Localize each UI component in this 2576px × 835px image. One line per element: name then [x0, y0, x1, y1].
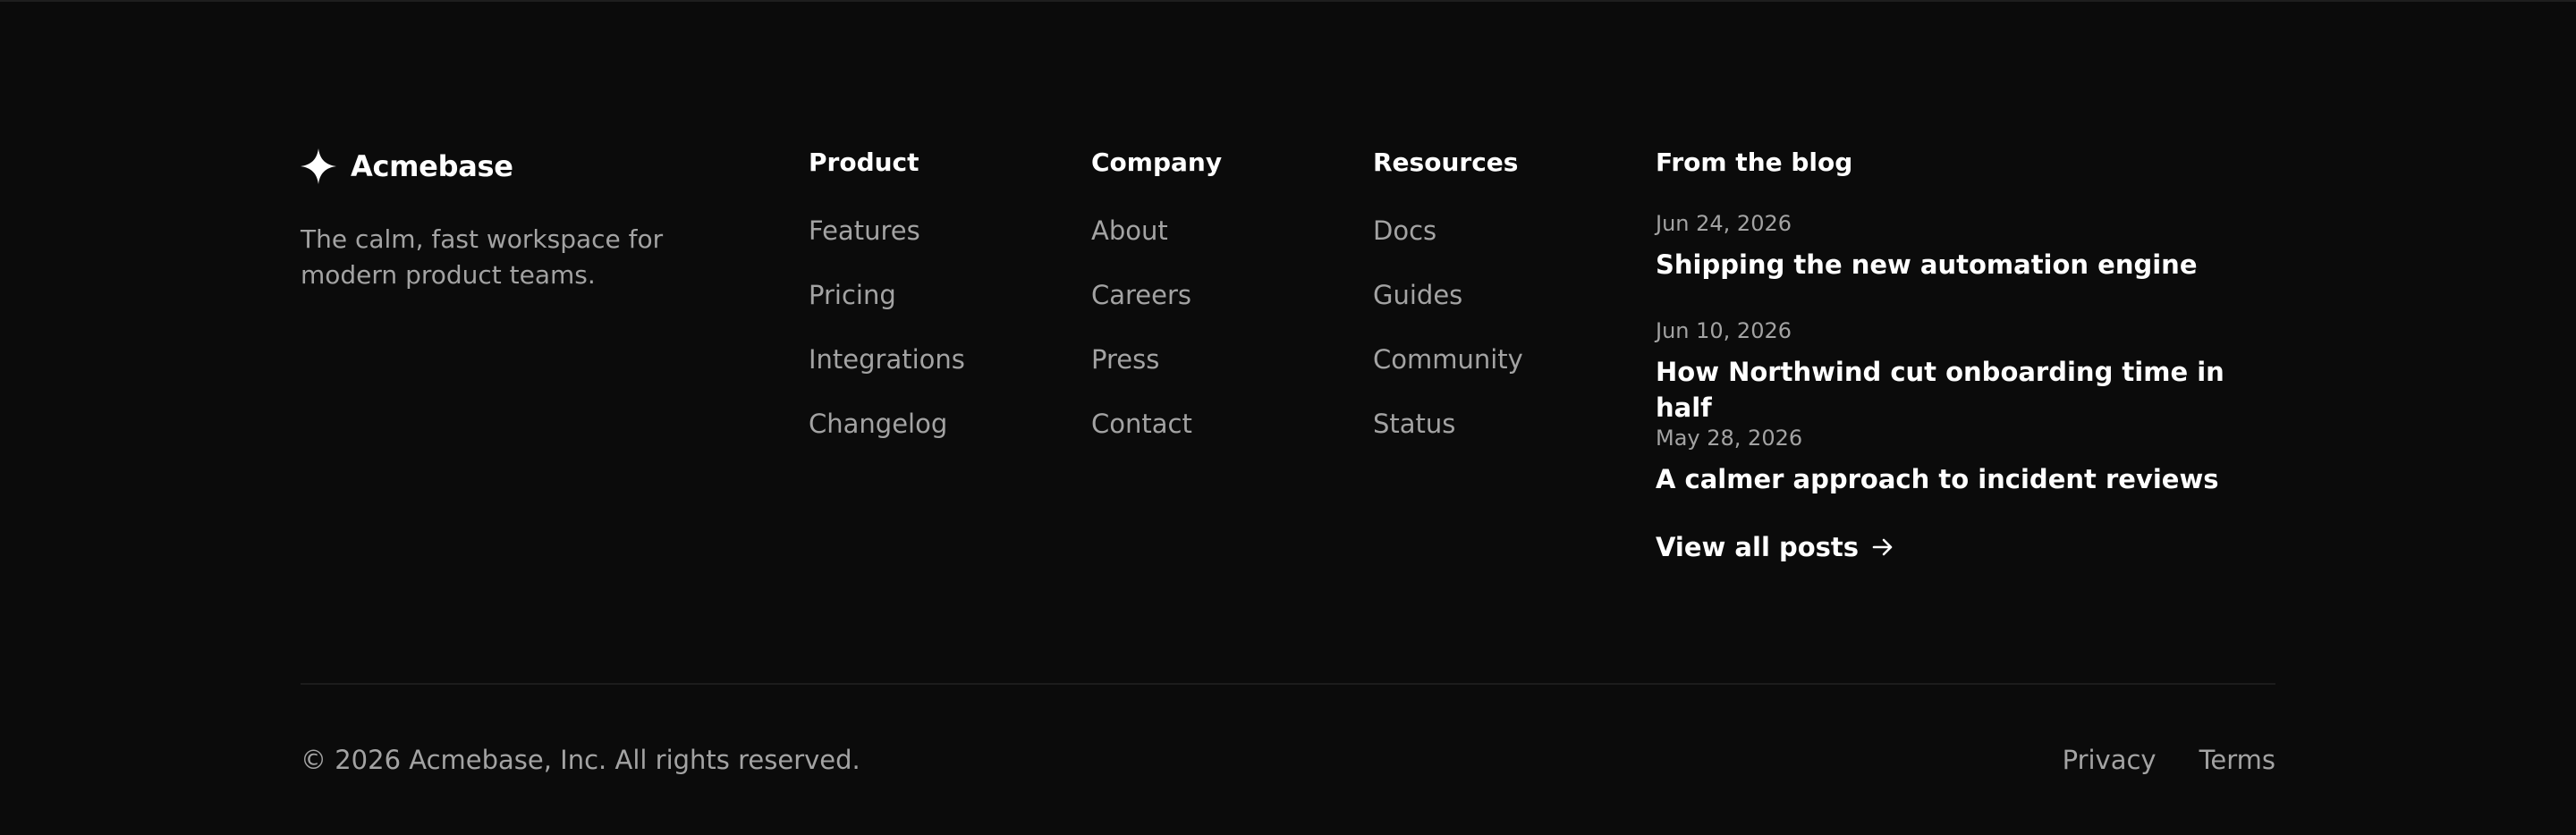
- footer-divider: [301, 683, 2275, 685]
- footer-link-docs[interactable]: Docs: [1373, 215, 1436, 247]
- legal-links: Privacy Terms: [2020, 742, 2275, 778]
- sparkle-icon: [301, 148, 336, 184]
- footer-link-status[interactable]: Status: [1373, 408, 1455, 440]
- footer-column-product: Product Features Pricing Integrations Ch…: [809, 147, 965, 472]
- blog-post-date: May 28, 2026: [1656, 426, 1803, 451]
- footer-column-company: Company About Careers Press Contact: [1091, 147, 1222, 472]
- blog-post-title-link[interactable]: Shipping the new automation engine: [1656, 247, 2282, 283]
- blog-post-list: Jun 24, 2026 Shipping the new automation…: [1656, 209, 2282, 531]
- column-heading-product: Product: [809, 148, 919, 177]
- brand-logo-link[interactable]: Acmebase: [301, 148, 513, 184]
- blog-post: Jun 24, 2026 Shipping the new automation…: [1656, 209, 2282, 316]
- blog-post: Jun 10, 2026 How Northwind cut onboardin…: [1656, 316, 2282, 424]
- footer-link-contact[interactable]: Contact: [1091, 408, 1192, 440]
- footer-link-privacy[interactable]: Privacy: [2063, 742, 2157, 778]
- footer-column-resources: Resources Docs Guides Community Status: [1373, 147, 1523, 472]
- product-links: Features Pricing Integrations Changelog: [809, 215, 965, 472]
- brand-name: Acmebase: [351, 149, 513, 183]
- blog-post-date: Jun 10, 2026: [1656, 318, 1792, 343]
- footer-link-pricing[interactable]: Pricing: [809, 279, 896, 311]
- copyright-text: © 2026 Acmebase, Inc. All rights reserve…: [301, 745, 860, 775]
- footer-link-careers[interactable]: Careers: [1091, 279, 1191, 311]
- footer-link-changelog[interactable]: Changelog: [809, 408, 947, 440]
- footer-link-guides[interactable]: Guides: [1373, 279, 1462, 311]
- column-heading-resources: Resources: [1373, 148, 1519, 177]
- footer-link-integrations[interactable]: Integrations: [809, 343, 965, 375]
- blog-heading: From the blog: [1656, 148, 1853, 177]
- site-footer: Acmebase The calm, fast workspace for mo…: [301, 0, 2275, 835]
- footer-link-features[interactable]: Features: [809, 215, 920, 247]
- blog-post: May 28, 2026 A calmer approach to incide…: [1656, 424, 2282, 531]
- brand-tagline: The calm, fast workspace for modern prod…: [301, 224, 664, 290]
- column-heading-company: Company: [1091, 148, 1223, 177]
- footer-link-terms[interactable]: Terms: [2199, 742, 2275, 778]
- view-all-posts-label: View all posts: [1656, 532, 1860, 562]
- footer-blog: From the blog Jun 24, 2026 Shipping the …: [1656, 147, 2282, 565]
- footer-link-community[interactable]: Community: [1373, 343, 1523, 375]
- arrow-right-icon: [1871, 536, 1894, 559]
- view-all-posts-link[interactable]: View all posts: [1656, 529, 1894, 565]
- blog-post-title-link[interactable]: A calmer approach to incident reviews: [1656, 461, 2282, 497]
- blog-post-date: Jun 24, 2026: [1656, 211, 1792, 236]
- footer-link-about[interactable]: About: [1091, 215, 1168, 247]
- company-links: About Careers Press Contact: [1091, 215, 1222, 472]
- blog-post-title-link[interactable]: How Northwind cut onboarding time in hal…: [1656, 354, 2282, 426]
- resources-links: Docs Guides Community Status: [1373, 215, 1523, 472]
- footer-link-press[interactable]: Press: [1091, 343, 1159, 375]
